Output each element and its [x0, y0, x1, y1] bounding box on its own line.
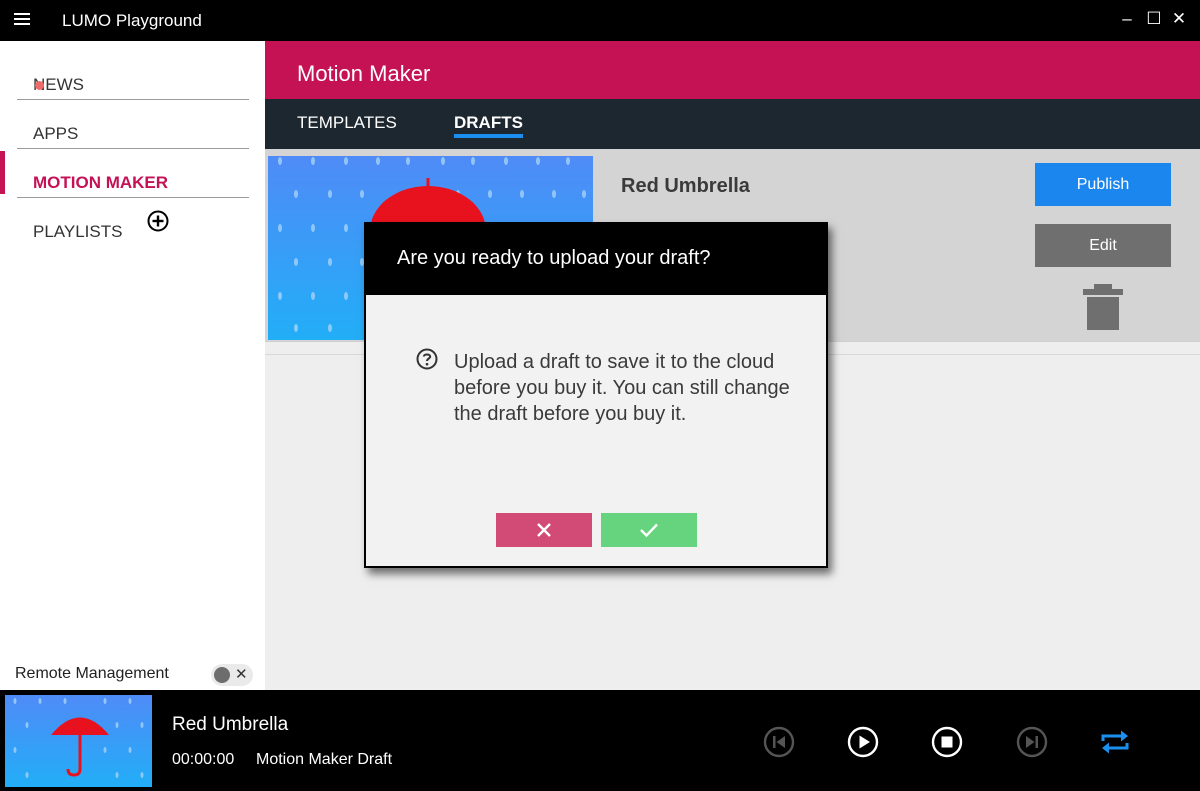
sidebar-item-apps[interactable]: APPS: [17, 100, 249, 149]
draft-title: Red Umbrella: [621, 175, 750, 197]
publish-button[interactable]: Publish: [1035, 163, 1171, 206]
umbrella-thumbnail-art: [13, 698, 144, 778]
stop-icon[interactable]: [931, 726, 963, 758]
remote-management-toggle[interactable]: ✕: [211, 664, 253, 686]
toggle-knob: [214, 667, 230, 683]
playback-time: 00:00:00: [172, 751, 235, 768]
question-circle-icon: [416, 348, 438, 370]
tab-drafts[interactable]: DRAFTS: [454, 113, 523, 133]
tab-templates[interactable]: TEMPLATES: [297, 113, 397, 133]
now-playing-subtitle: Motion Maker Draft: [256, 751, 393, 768]
edit-button[interactable]: Edit: [1035, 224, 1171, 267]
skip-previous-icon[interactable]: [763, 726, 795, 758]
now-playing-title: Red Umbrella: [172, 714, 289, 735]
add-circle-icon[interactable]: [147, 210, 169, 232]
checkmark-icon: [640, 523, 658, 538]
minimize-button[interactable]: –: [1118, 10, 1136, 28]
active-indicator: [0, 151, 5, 194]
sidebar-item-label: APPS: [33, 124, 79, 143]
sidebar-item-news[interactable]: NEWS: [17, 51, 249, 100]
page-title: Motion Maker: [297, 61, 431, 86]
sidebar-item-label: PLAYLISTS: [33, 222, 123, 241]
now-playing-thumbnail[interactable]: [5, 695, 152, 787]
trash-icon[interactable]: [1083, 284, 1123, 330]
maximize-button[interactable]: ☐: [1145, 10, 1163, 28]
confirm-button[interactable]: [601, 513, 697, 547]
dialog-header: Are you ready to upload your draft?: [366, 224, 826, 295]
skip-next-icon[interactable]: [1016, 726, 1048, 758]
main-header: Motion Maker: [265, 41, 1200, 99]
media-player-bar: Red Umbrella 00:00:00 Motion Maker Draft: [0, 690, 1200, 791]
hamburger-menu-icon[interactable]: [14, 13, 30, 27]
upload-draft-dialog: Are you ready to upload your draft? Uplo…: [364, 222, 828, 568]
sidebar-item-playlists[interactable]: PLAYLISTS: [17, 198, 249, 247]
dialog-title: Are you ready to upload your draft?: [397, 247, 711, 269]
close-window-button[interactable]: ✕: [1170, 10, 1188, 28]
play-icon[interactable]: [847, 726, 879, 758]
sidebar-item-motion-maker[interactable]: MOTION MAKER: [17, 149, 249, 198]
notification-dot: [35, 81, 44, 90]
sidebar: NEWS APPS MOTION MAKER PLAYLISTS Remote …: [0, 41, 265, 690]
dialog-message: Upload a draft to save it to the cloud b…: [454, 351, 790, 425]
close-icon: [537, 523, 551, 537]
tab-bar: TEMPLATES DRAFTS: [265, 99, 1200, 149]
toggle-off-icon: ✕: [235, 666, 248, 683]
repeat-icon[interactable]: [1099, 726, 1131, 758]
active-tab-underline: [454, 134, 523, 138]
cancel-button[interactable]: [496, 513, 592, 547]
sidebar-item-label: MOTION MAKER: [33, 173, 169, 192]
app-title: LUMO Playground: [62, 11, 202, 30]
remote-management-label: Remote Management: [15, 665, 169, 682]
title-bar: LUMO Playground – ☐ ✕: [0, 0, 1200, 41]
